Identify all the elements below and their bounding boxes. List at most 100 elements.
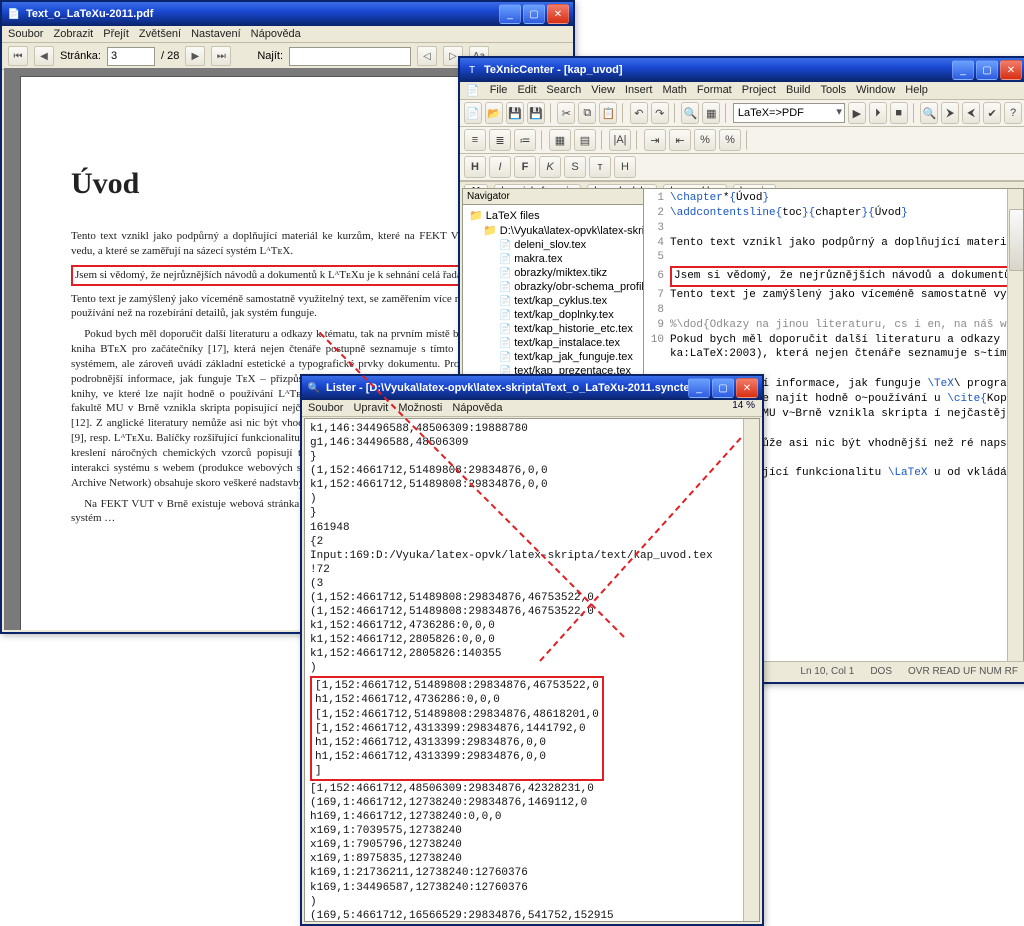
tree-project-path[interactable]: D:\Vyuka\latex-opvk\latex-skripta\Text_c	[465, 223, 641, 238]
page-last-icon[interactable]: ⏭	[211, 46, 231, 66]
editor-line[interactable]: 4Tento text vznikl jako podpůrný a doplň…	[648, 236, 1023, 251]
undo-icon[interactable]: ↶	[630, 102, 648, 124]
bold-icon[interactable]: F	[514, 156, 536, 178]
menu-nastaveni[interactable]: Nastavení	[191, 28, 241, 40]
cut-icon[interactable]: ✂	[557, 102, 575, 124]
menu-soubor[interactable]: Soubor	[8, 28, 43, 40]
editor-line[interactable]: 9%\dod{Odkazy na jinou literaturu, cs i …	[648, 318, 1023, 333]
page-prev-icon[interactable]: ◀	[34, 46, 54, 66]
toggle-nav-icon[interactable]: ▦	[702, 102, 720, 124]
huge-icon[interactable]: H	[614, 156, 636, 178]
output-profile-select[interactable]: LaTeX=>PDF	[733, 103, 845, 123]
lister-scrollbar[interactable]	[743, 419, 759, 921]
menu-window[interactable]: Window	[856, 84, 895, 97]
indent-icon[interactable]: ⇥	[644, 129, 666, 151]
editor-line[interactable]: 3	[648, 221, 1023, 236]
paste-icon[interactable]: 📋	[599, 102, 617, 124]
tree-file[interactable]: text/kap_historie_etc.tex	[465, 322, 641, 336]
pdf-titlebar[interactable]: 📄 Text_o_LaTeXu-2011.pdf _ ▢ ✕	[2, 2, 573, 26]
menu-edit[interactable]: Edit	[517, 84, 536, 97]
spell-icon[interactable]: ✔	[983, 102, 1001, 124]
redo-icon[interactable]: ↷	[651, 102, 669, 124]
editor-line[interactable]: 1\chapter*{Úvod}	[648, 191, 1023, 206]
uncomment-icon[interactable]: %	[719, 129, 741, 151]
maximize-button[interactable]: ▢	[712, 378, 734, 398]
maximize-button[interactable]: ▢	[976, 60, 998, 80]
view-output-icon[interactable]: 🔍	[920, 102, 938, 124]
tree-file[interactable]: makra.tex	[465, 252, 641, 266]
menu-soubor[interactable]: Soubor	[308, 402, 343, 414]
close-button[interactable]: ✕	[736, 378, 758, 398]
enumerate-icon[interactable]: ≣	[489, 129, 511, 151]
menu-build[interactable]: Build	[786, 84, 810, 97]
menu-view[interactable]: View	[591, 84, 615, 97]
txc-titlebar[interactable]: T TeXnicCenter - [kap_uvod] _ ▢ ✕	[460, 58, 1024, 82]
editor-line[interactable]: 10Pokud bych měl doporučit další literat…	[648, 333, 1023, 348]
smallcaps-icon[interactable]: S	[564, 156, 586, 178]
find-prev-icon[interactable]: ◁	[417, 46, 437, 66]
align-left-icon[interactable]: |A|	[609, 129, 631, 151]
tree-file[interactable]: text/kap_jak_funguje.tex	[465, 350, 641, 364]
editor-line[interactable]: 6Jsem si vědomý, že nejrůznějších návodů…	[648, 265, 1023, 288]
prev-error-icon[interactable]: ⮜	[962, 102, 980, 124]
description-icon[interactable]: ≔	[514, 129, 536, 151]
lister-content[interactable]: k1,146:34496588,48506309:19888780g1,146:…	[304, 418, 760, 922]
menu-moznosti[interactable]: Možnosti	[398, 402, 442, 414]
find-icon[interactable]: 🔍	[681, 102, 699, 124]
tiny-icon[interactable]: ᴛ	[589, 156, 611, 178]
menu-search[interactable]: Search	[546, 84, 581, 97]
italic-icon[interactable]: I	[489, 156, 511, 178]
page-next-icon[interactable]: ▶	[185, 46, 205, 66]
txc-menubar[interactable]: 📄 File Edit Search View Insert Math Form…	[460, 82, 1024, 100]
next-error-icon[interactable]: ⮞	[941, 102, 959, 124]
menu-format[interactable]: Format	[697, 84, 732, 97]
lister-titlebar[interactable]: 🔍 Lister - [D:\Vyuka\latex-opvk\latex-sk…	[302, 376, 762, 400]
outdent-icon[interactable]: ⇤	[669, 129, 691, 151]
page-first-icon[interactable]: ⏮	[8, 46, 28, 66]
menu-tools[interactable]: Tools	[820, 84, 846, 97]
close-button[interactable]: ✕	[1000, 60, 1022, 80]
help-icon[interactable]: ?	[1004, 102, 1022, 124]
minimize-button[interactable]: _	[499, 4, 521, 24]
build-view-icon[interactable]: ⏵	[869, 102, 887, 124]
menu-project[interactable]: Project	[742, 84, 776, 97]
menu-napoveda[interactable]: Nápověda	[251, 28, 301, 40]
minimize-button[interactable]: _	[688, 378, 710, 398]
tree-file[interactable]: obrazky/obr-schema_profilu.tikz	[465, 280, 641, 294]
menu-help[interactable]: Help	[905, 84, 928, 97]
menu-zvetseni[interactable]: Zvětšení	[139, 28, 181, 40]
tree-file[interactable]: text/kap_instalace.tex	[465, 336, 641, 350]
find-input[interactable]	[289, 47, 411, 66]
pdf-menubar[interactable]: Soubor Zobrazit Přejít Zvětšení Nastaven…	[2, 26, 573, 43]
editor-scrollbar[interactable]	[1007, 189, 1023, 661]
synctex-highlight-source[interactable]: Jsem si vědomý, že nejrůznějších návodů …	[71, 265, 469, 286]
page-number-input[interactable]	[107, 47, 155, 66]
menu-file[interactable]: File	[490, 84, 508, 97]
menu-napoveda[interactable]: Nápověda	[452, 402, 502, 414]
tabular-icon[interactable]: ▤	[574, 129, 596, 151]
tree-file[interactable]: text/kap_doplnky.tex	[465, 308, 641, 322]
maximize-button[interactable]: ▢	[523, 4, 545, 24]
editor-line[interactable]: 2\addcontentsline{toc}{chapter}{Úvod}	[648, 206, 1023, 221]
menu-math[interactable]: Math	[662, 84, 686, 97]
open-icon[interactable]: 📂	[485, 102, 503, 124]
copy-icon[interactable]: ⧉	[578, 102, 596, 124]
tree-file[interactable]: obrazky/miktex.tikz	[465, 266, 641, 280]
editor-line[interactable]: 8	[648, 303, 1023, 318]
tree-file[interactable]: deleni_slov.tex	[465, 238, 641, 252]
editor-line[interactable]: 7Tento text je zamýšlený jako víceméně s…	[648, 288, 1023, 303]
stop-icon[interactable]: ■	[890, 102, 908, 124]
new-icon[interactable]: 📄	[464, 102, 482, 124]
saveall-icon[interactable]: 💾	[527, 102, 545, 124]
editor-line[interactable]: 5	[648, 250, 1023, 265]
itemize-icon[interactable]: ≡	[464, 129, 486, 151]
build-icon[interactable]: ▶	[848, 102, 866, 124]
lister-menubar[interactable]: Soubor Upravit Možnosti Nápověda	[302, 400, 762, 417]
menu-upravit[interactable]: Upravit	[353, 402, 388, 414]
menu-insert[interactable]: Insert	[625, 84, 653, 97]
menu-zobrazit[interactable]: Zobrazit	[53, 28, 93, 40]
tree-root-latex[interactable]: LaTeX files	[465, 208, 641, 223]
save-icon[interactable]: 💾	[506, 102, 524, 124]
minimize-button[interactable]: _	[952, 60, 974, 80]
editor-line[interactable]: ka:LaTeX:2003), která nejen čtenáře sezn…	[648, 347, 1023, 362]
